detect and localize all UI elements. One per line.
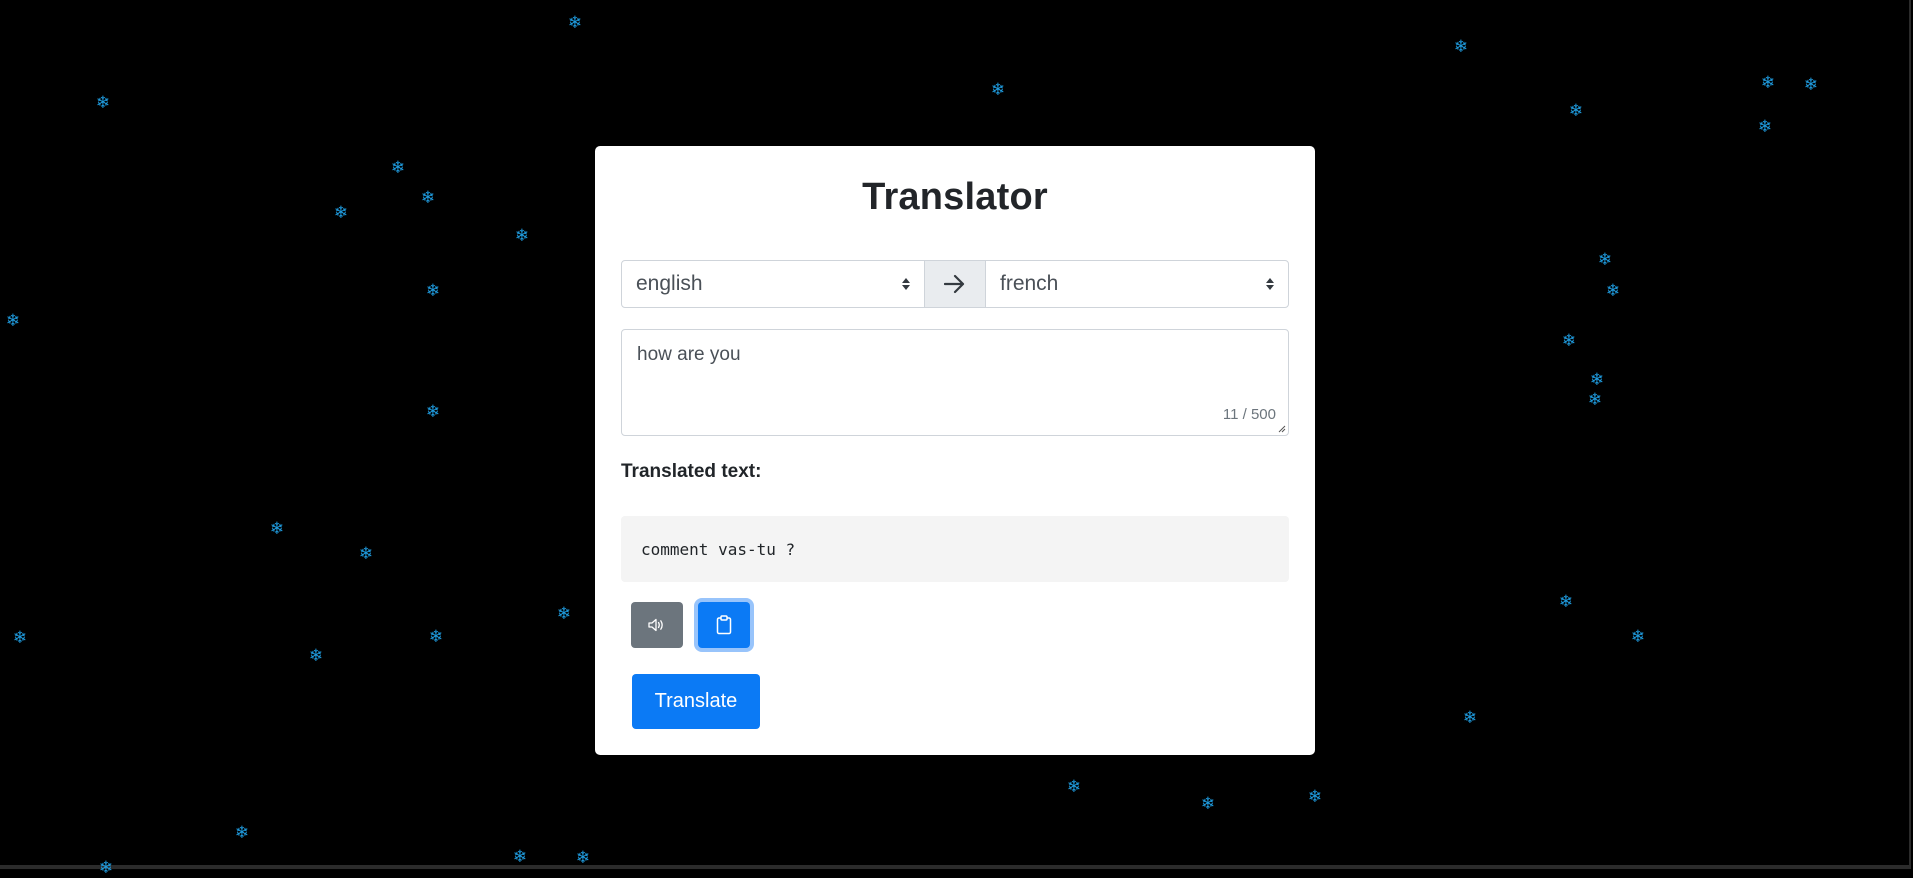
- resize-handle-icon[interactable]: [1278, 425, 1286, 433]
- translation-output-text: comment vas-tu ?: [641, 540, 796, 559]
- source-text-value: how are you: [637, 344, 741, 365]
- select-caret-icon: [902, 278, 910, 290]
- source-language-select[interactable]: english: [621, 260, 925, 308]
- source-language-value: english: [636, 272, 703, 295]
- clipboard-icon: [716, 615, 732, 635]
- copy-button[interactable]: [698, 602, 750, 648]
- translate-button[interactable]: Translate: [632, 674, 760, 729]
- source-text-input[interactable]: how are you 11 / 500: [621, 329, 1289, 436]
- page-title: Translator: [862, 176, 1048, 218]
- target-language-select[interactable]: french: [985, 260, 1289, 308]
- translated-text-label: Translated text:: [621, 461, 762, 482]
- translator-card: Translator english french how are you 11…: [595, 146, 1315, 755]
- translation-output: comment vas-tu ?: [621, 516, 1289, 582]
- character-counter: 11 / 500: [1222, 406, 1276, 423]
- language-selector-row: english french: [621, 260, 1289, 308]
- speak-button[interactable]: [631, 602, 683, 648]
- arrow-right-icon: [944, 274, 965, 294]
- swap-languages-button[interactable]: [925, 260, 985, 308]
- target-language-value: french: [1000, 272, 1059, 295]
- select-caret-icon: [1266, 278, 1274, 290]
- speaker-icon: [648, 618, 663, 632]
